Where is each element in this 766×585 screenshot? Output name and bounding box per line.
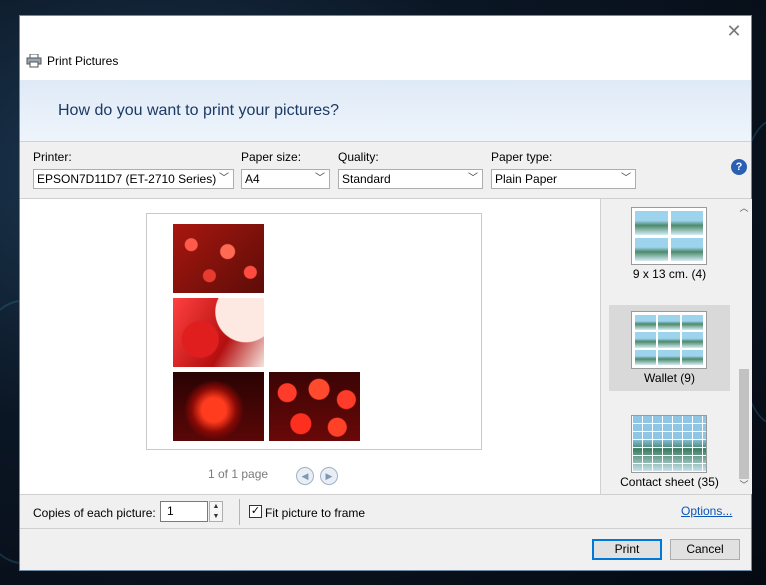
layout-thumbnail [631,311,707,369]
printer-select-value: EPSON7D11D7 (ET-2710 Series) [37,172,217,186]
fit-to-frame-label: Fit picture to frame [265,506,366,520]
chevron-down-icon: ﹀ [468,173,478,184]
triangle-left-icon: ◀ [301,471,309,481]
quality-select-value: Standard [342,172,391,186]
close-icon[interactable]: ✕ [723,20,745,42]
chevron-down-icon: ﹀ [315,173,325,184]
title-bar: Print Pictures [26,52,118,70]
triangle-right-icon: ▶ [325,471,333,481]
print-pictures-dialog: ✕ Print Pictures How do you want to prin… [19,15,752,571]
printer-icon [26,54,42,68]
quality-select[interactable]: Standard ﹀ [338,169,483,189]
layout-scrollbar[interactable]: ︿ ﹀ [737,199,751,494]
chevron-down-icon: ﹀ [621,173,631,184]
layout-option-9x13[interactable]: 9 x 13 cm. (4) [609,201,730,287]
print-preview-area: 1 of 1 page ◀ ▶ [20,199,600,494]
layout-option-wallet[interactable]: Wallet (9) [609,305,730,391]
window-title: Print Pictures [47,54,119,68]
next-page-button[interactable]: ▶ [320,467,338,485]
copies-input[interactable]: 1 [160,501,208,522]
layout-label: Wallet (9) [644,371,695,385]
red-lanterns-group-photo [269,372,360,441]
scrollbar-thumb[interactable] [739,369,749,479]
layout-thumbnail [631,207,707,265]
page-heading: How do you want to print your pictures? [58,102,340,119]
layout-thumbnail [631,415,707,473]
header-banner: How do you want to print your pictures? [20,80,751,142]
paper-size-label: Paper size: [241,150,302,164]
page-counter: 1 of 1 page [208,467,269,481]
fit-to-frame-checkbox[interactable]: ✓ [249,505,262,518]
quality-label: Quality: [338,150,379,164]
layout-option-contact-sheet[interactable]: Contact sheet (35) [609,409,730,495]
red-lantern-photo [173,372,264,441]
print-button[interactable]: Print [592,539,662,560]
dialog-footer: Print Cancel [20,529,751,570]
printer-select[interactable]: EPSON7D11D7 (ET-2710 Series) ﹀ [33,169,234,189]
paper-size-select-value: A4 [245,172,260,186]
checkmark-icon: ✓ [250,505,261,517]
previous-page-button[interactable]: ◀ [296,467,314,485]
paper-type-label: Paper type: [491,150,553,164]
options-bar: Copies of each picture: 1 ▲ ▼ ✓ Fit pict… [20,494,751,529]
cancel-button[interactable]: Cancel [670,539,740,560]
copies-label: Copies of each picture: [33,506,156,520]
copies-stepper[interactable]: ▲ ▼ [209,501,223,522]
paper-type-select-value: Plain Paper [495,172,558,186]
paper-size-select[interactable]: A4 ﹀ [241,169,330,189]
chevron-down-icon: ﹀ [219,173,229,184]
layout-picker: 9 x 13 cm. (4) Wallet (9) Contact sheet … [600,199,752,494]
preview-page [146,213,482,450]
stepper-down-icon[interactable]: ▼ [210,512,222,522]
layout-label: Contact sheet (35) [620,475,719,489]
red-maple-photo [173,298,264,367]
layout-label: 9 x 13 cm. (4) [632,267,707,281]
paper-type-select[interactable]: Plain Paper ﹀ [491,169,636,189]
print-settings-bar: Printer: EPSON7D11D7 (ET-2710 Series) ﹀ … [20,142,751,199]
scroll-up-icon[interactable]: ︿ [737,201,751,215]
red-flowers-photo [173,224,264,293]
options-link[interactable]: Options... [681,504,732,518]
printer-label: Printer: [33,150,72,164]
stepper-up-icon[interactable]: ▲ [210,502,222,512]
scroll-down-icon[interactable]: ﹀ [737,478,751,492]
help-icon[interactable]: ? [731,159,747,175]
divider [239,499,240,525]
